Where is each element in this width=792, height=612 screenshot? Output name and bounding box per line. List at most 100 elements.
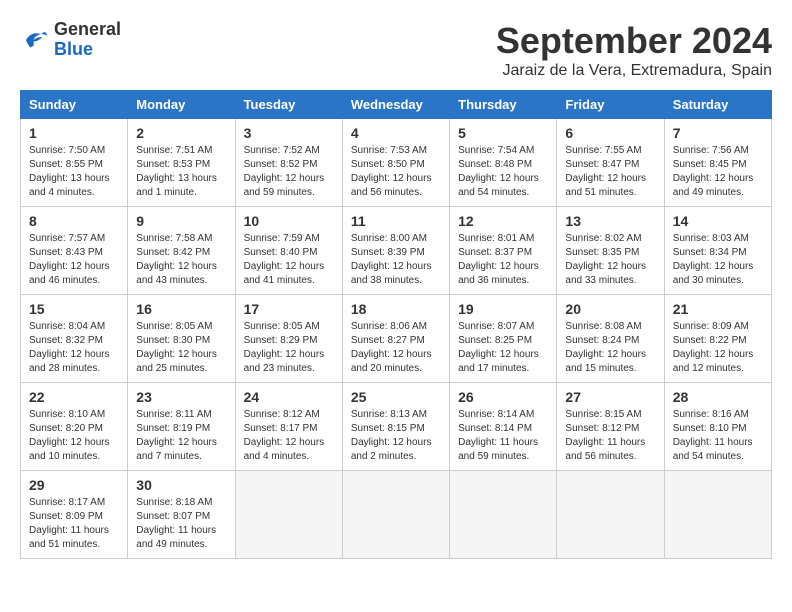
cell-sep13: 13 Sunrise: 8:02 AMSunset: 8:35 PMDaylig… (557, 207, 664, 295)
day-info: Sunrise: 8:18 AMSunset: 8:07 PMDaylight:… (136, 497, 216, 550)
table-row: 1 Sunrise: 7:50 AMSunset: 8:55 PMDayligh… (21, 119, 772, 207)
page-header: General Blue September 2024 Jaraiz de la… (20, 20, 772, 80)
cell-empty (557, 471, 664, 559)
cell-sep22: 22 Sunrise: 8:10 AMSunset: 8:20 PMDaylig… (21, 383, 128, 471)
weekday-header-row: Sunday Monday Tuesday Wednesday Thursday… (21, 91, 772, 119)
header-saturday: Saturday (664, 91, 771, 119)
cell-sep21: 21 Sunrise: 8:09 AMSunset: 8:22 PMDaylig… (664, 295, 771, 383)
day-info: Sunrise: 7:50 AMSunset: 8:55 PMDaylight:… (29, 145, 110, 198)
cell-sep19: 19 Sunrise: 8:07 AMSunset: 8:25 PMDaylig… (450, 295, 557, 383)
day-info: Sunrise: 7:52 AMSunset: 8:52 PMDaylight:… (244, 145, 325, 198)
cell-sep20: 20 Sunrise: 8:08 AMSunset: 8:24 PMDaylig… (557, 295, 664, 383)
day-number: 21 (673, 301, 763, 317)
cell-sep18: 18 Sunrise: 8:06 AMSunset: 8:27 PMDaylig… (342, 295, 449, 383)
header-tuesday: Tuesday (235, 91, 342, 119)
day-number: 8 (29, 213, 119, 229)
cell-sep25: 25 Sunrise: 8:13 AMSunset: 8:15 PMDaylig… (342, 383, 449, 471)
cell-empty (450, 471, 557, 559)
day-number: 15 (29, 301, 119, 317)
logo-icon (20, 25, 50, 55)
day-number: 13 (565, 213, 655, 229)
cell-sep30: 30 Sunrise: 8:18 AMSunset: 8:07 PMDaylig… (128, 471, 235, 559)
day-info: Sunrise: 7:56 AMSunset: 8:45 PMDaylight:… (673, 145, 754, 198)
day-number: 28 (673, 389, 763, 405)
month-title: September 2024 (496, 20, 772, 62)
day-info: Sunrise: 7:53 AMSunset: 8:50 PMDaylight:… (351, 145, 432, 198)
day-number: 25 (351, 389, 441, 405)
cell-sep3: 3 Sunrise: 7:52 AMSunset: 8:52 PMDayligh… (235, 119, 342, 207)
logo-text-block: General Blue (54, 20, 121, 60)
day-number: 5 (458, 125, 548, 141)
calendar-table: Sunday Monday Tuesday Wednesday Thursday… (20, 90, 772, 559)
day-number: 17 (244, 301, 334, 317)
day-info: Sunrise: 7:51 AMSunset: 8:53 PMDaylight:… (136, 145, 217, 198)
cell-sep7: 7 Sunrise: 7:56 AMSunset: 8:45 PMDayligh… (664, 119, 771, 207)
day-info: Sunrise: 7:54 AMSunset: 8:48 PMDaylight:… (458, 145, 539, 198)
cell-sep14: 14 Sunrise: 8:03 AMSunset: 8:34 PMDaylig… (664, 207, 771, 295)
day-number: 16 (136, 301, 226, 317)
cell-sep10: 10 Sunrise: 7:59 AMSunset: 8:40 PMDaylig… (235, 207, 342, 295)
day-info: Sunrise: 8:04 AMSunset: 8:32 PMDaylight:… (29, 321, 110, 374)
header-sunday: Sunday (21, 91, 128, 119)
header-friday: Friday (557, 91, 664, 119)
cell-sep27: 27 Sunrise: 8:15 AMSunset: 8:12 PMDaylig… (557, 383, 664, 471)
cell-sep15: 15 Sunrise: 8:04 AMSunset: 8:32 PMDaylig… (21, 295, 128, 383)
day-info: Sunrise: 8:08 AMSunset: 8:24 PMDaylight:… (565, 321, 646, 374)
table-row: 22 Sunrise: 8:10 AMSunset: 8:20 PMDaylig… (21, 383, 772, 471)
day-number: 27 (565, 389, 655, 405)
day-info: Sunrise: 7:58 AMSunset: 8:42 PMDaylight:… (136, 233, 217, 286)
day-info: Sunrise: 8:06 AMSunset: 8:27 PMDaylight:… (351, 321, 432, 374)
day-info: Sunrise: 7:55 AMSunset: 8:47 PMDaylight:… (565, 145, 646, 198)
day-info: Sunrise: 8:05 AMSunset: 8:30 PMDaylight:… (136, 321, 217, 374)
cell-sep2: 2 Sunrise: 7:51 AMSunset: 8:53 PMDayligh… (128, 119, 235, 207)
day-number: 19 (458, 301, 548, 317)
cell-sep8: 8 Sunrise: 7:57 AMSunset: 8:43 PMDayligh… (21, 207, 128, 295)
day-number: 23 (136, 389, 226, 405)
day-number: 20 (565, 301, 655, 317)
cell-sep9: 9 Sunrise: 7:58 AMSunset: 8:42 PMDayligh… (128, 207, 235, 295)
day-number: 26 (458, 389, 548, 405)
day-info: Sunrise: 7:57 AMSunset: 8:43 PMDaylight:… (29, 233, 110, 286)
cell-sep6: 6 Sunrise: 7:55 AMSunset: 8:47 PMDayligh… (557, 119, 664, 207)
day-info: Sunrise: 8:07 AMSunset: 8:25 PMDaylight:… (458, 321, 539, 374)
title-block: September 2024 Jaraiz de la Vera, Extrem… (496, 20, 772, 80)
day-number: 7 (673, 125, 763, 141)
cell-empty (664, 471, 771, 559)
cell-sep5: 5 Sunrise: 7:54 AMSunset: 8:48 PMDayligh… (450, 119, 557, 207)
header-wednesday: Wednesday (342, 91, 449, 119)
logo-line1: General (54, 20, 121, 40)
day-number: 29 (29, 477, 119, 493)
cell-sep28: 28 Sunrise: 8:16 AMSunset: 8:10 PMDaylig… (664, 383, 771, 471)
table-row: 29 Sunrise: 8:17 AMSunset: 8:09 PMDaylig… (21, 471, 772, 559)
day-number: 4 (351, 125, 441, 141)
cell-sep23: 23 Sunrise: 8:11 AMSunset: 8:19 PMDaylig… (128, 383, 235, 471)
day-number: 10 (244, 213, 334, 229)
day-number: 30 (136, 477, 226, 493)
day-number: 11 (351, 213, 441, 229)
cell-sep26: 26 Sunrise: 8:14 AMSunset: 8:14 PMDaylig… (450, 383, 557, 471)
day-info: Sunrise: 8:16 AMSunset: 8:10 PMDaylight:… (673, 409, 753, 462)
day-info: Sunrise: 8:11 AMSunset: 8:19 PMDaylight:… (136, 409, 217, 462)
cell-sep29: 29 Sunrise: 8:17 AMSunset: 8:09 PMDaylig… (21, 471, 128, 559)
day-number: 2 (136, 125, 226, 141)
cell-sep12: 12 Sunrise: 8:01 AMSunset: 8:37 PMDaylig… (450, 207, 557, 295)
cell-sep24: 24 Sunrise: 8:12 AMSunset: 8:17 PMDaylig… (235, 383, 342, 471)
day-info: Sunrise: 8:14 AMSunset: 8:14 PMDaylight:… (458, 409, 538, 462)
day-number: 1 (29, 125, 119, 141)
day-number: 22 (29, 389, 119, 405)
logo-line2: Blue (54, 40, 121, 60)
day-number: 18 (351, 301, 441, 317)
table-row: 8 Sunrise: 7:57 AMSunset: 8:43 PMDayligh… (21, 207, 772, 295)
day-info: Sunrise: 8:03 AMSunset: 8:34 PMDaylight:… (673, 233, 754, 286)
day-number: 14 (673, 213, 763, 229)
day-info: Sunrise: 8:00 AMSunset: 8:39 PMDaylight:… (351, 233, 432, 286)
cell-sep1: 1 Sunrise: 7:50 AMSunset: 8:55 PMDayligh… (21, 119, 128, 207)
cell-empty (342, 471, 449, 559)
day-info: Sunrise: 8:05 AMSunset: 8:29 PMDaylight:… (244, 321, 325, 374)
cell-empty (235, 471, 342, 559)
day-info: Sunrise: 7:59 AMSunset: 8:40 PMDaylight:… (244, 233, 325, 286)
day-info: Sunrise: 8:13 AMSunset: 8:15 PMDaylight:… (351, 409, 432, 462)
day-info: Sunrise: 8:09 AMSunset: 8:22 PMDaylight:… (673, 321, 754, 374)
day-info: Sunrise: 8:15 AMSunset: 8:12 PMDaylight:… (565, 409, 645, 462)
day-info: Sunrise: 8:10 AMSunset: 8:20 PMDaylight:… (29, 409, 110, 462)
